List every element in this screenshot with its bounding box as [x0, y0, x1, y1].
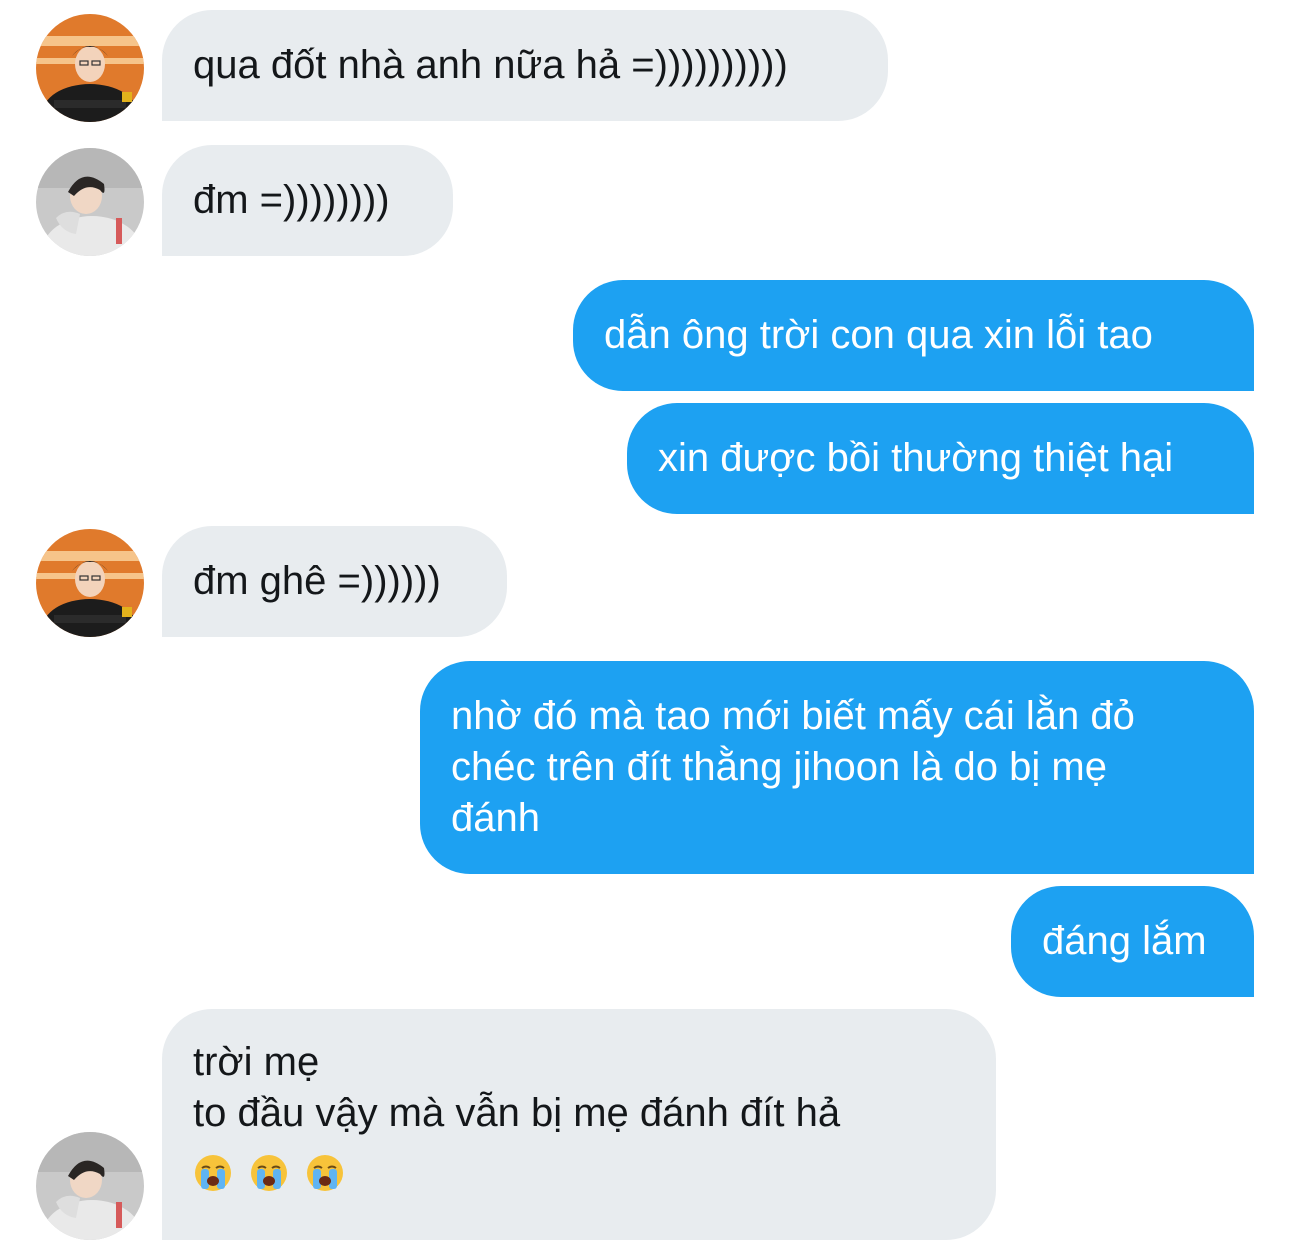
message-text: dẫn ông trời con qua xin lỗi tao: [604, 313, 1153, 357]
avatar-player-hoodie[interactable]: [36, 1132, 144, 1240]
outgoing-message-bubble[interactable]: xin được bồi thường thiệt hại: [627, 403, 1254, 514]
outgoing-message-bubble[interactable]: đáng lắm: [1011, 886, 1254, 997]
message-text: đm =)))))))): [193, 178, 390, 222]
outgoing-message-bubble[interactable]: nhờ đó mà tao mới biết mấy cái lằn đỏ ch…: [420, 661, 1254, 874]
avatar-player-hoodie[interactable]: [36, 148, 144, 256]
message-text-line: nhờ đó mà tao mới biết mấy cái lằn đỏ: [451, 694, 1135, 738]
message-text-line: đánh: [451, 796, 540, 840]
avatar-player-jersey[interactable]: [36, 14, 144, 122]
incoming-message-bubble[interactable]: đm ghê =)))))): [162, 526, 507, 637]
outgoing-message-bubble[interactable]: dẫn ông trời con qua xin lỗi tao: [573, 280, 1254, 391]
loudly-crying-face-icon: [249, 1153, 289, 1193]
message-text: qua đốt nhà anh nữa hả =)))))))))): [193, 43, 788, 87]
message-text: đáng lắm: [1042, 919, 1207, 963]
avatar-player-jersey[interactable]: [36, 529, 144, 637]
message-text-line: chéc trên đít thằng jihoon là do bị mẹ: [451, 745, 1107, 789]
message-text-line: trời mẹ: [193, 1040, 320, 1084]
message-text-line: to đầu vậy mà vẫn bị mẹ đánh đít hả: [193, 1091, 841, 1135]
incoming-message-bubble[interactable]: trời mẹ to đầu vậy mà vẫn bị mẹ đánh đít…: [162, 1009, 996, 1240]
incoming-message-bubble[interactable]: đm =)))))))): [162, 145, 453, 256]
loudly-crying-face-icon: [193, 1153, 233, 1193]
loudly-crying-face-icon: [305, 1153, 345, 1193]
incoming-message-bubble[interactable]: qua đốt nhà anh nữa hả =)))))))))): [162, 10, 888, 121]
message-text: đm ghê =)))))): [193, 559, 441, 603]
emoji-row: [193, 1153, 965, 1193]
message-text: xin được bồi thường thiệt hại: [658, 436, 1174, 480]
